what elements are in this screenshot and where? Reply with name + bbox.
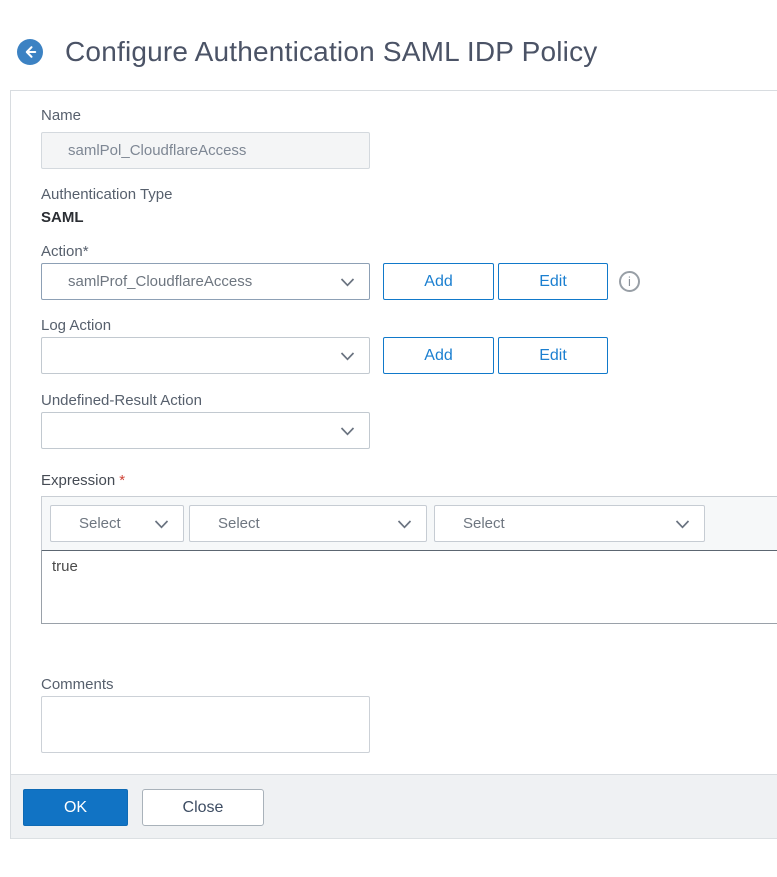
arrow-left-icon — [23, 45, 38, 59]
comments-label: Comments — [41, 676, 114, 693]
log-action-label: Log Action — [41, 317, 112, 334]
info-icon-glyph: i — [628, 274, 631, 289]
chevron-down-icon — [675, 520, 690, 529]
select-placeholder: Select — [463, 515, 505, 532]
expression-label: Expression * — [41, 471, 777, 490]
log-action-select[interactable] — [41, 337, 370, 374]
config-panel: Name Authentication Type SAML Action* sa… — [10, 90, 777, 839]
expression-label-text: Expression — [41, 472, 116, 489]
expression-operator-select-2[interactable]: Select — [189, 505, 427, 542]
undefined-result-action-select[interactable] — [41, 412, 370, 449]
back-button[interactable] — [17, 39, 43, 65]
log-action-row: Add Edit — [41, 337, 777, 374]
footer-bar: OK Close — [11, 774, 777, 839]
required-asterisk: * — [119, 472, 126, 489]
expression-textarea[interactable]: true — [41, 551, 777, 624]
name-input[interactable] — [41, 132, 370, 169]
ok-button[interactable]: OK — [23, 789, 128, 826]
log-action-edit-button[interactable]: Edit — [498, 337, 608, 374]
chevron-down-icon — [340, 352, 355, 361]
expression-operator-select-1[interactable]: Select — [50, 505, 184, 542]
log-action-add-button[interactable]: Add — [383, 337, 494, 374]
action-select-value: samlProf_CloudflareAccess — [68, 273, 253, 290]
chevron-down-icon — [397, 520, 412, 529]
action-row: samlProf_CloudflareAccess Add Edit i — [41, 263, 777, 300]
action-edit-button[interactable]: Edit — [498, 263, 608, 300]
undefined-result-action-row — [41, 412, 777, 449]
page-title: Configure Authentication SAML IDP Policy — [65, 36, 598, 67]
select-placeholder: Select — [218, 515, 260, 532]
action-add-button[interactable]: Add — [383, 263, 494, 300]
expression-toolbar: Select Select Select — [41, 496, 777, 551]
chevron-down-icon — [154, 520, 169, 529]
undefined-result-action-label: Undefined-Result Action — [41, 392, 202, 409]
select-placeholder: Select — [79, 515, 121, 532]
comments-textarea[interactable] — [41, 696, 370, 753]
chevron-down-icon — [340, 427, 355, 436]
action-select[interactable]: samlProf_CloudflareAccess — [41, 263, 370, 300]
expression-builder: Select Select Select true — [41, 496, 777, 624]
authentication-type-label: Authentication Type — [41, 186, 173, 203]
chevron-down-icon — [340, 278, 355, 287]
authentication-type-value: SAML — [41, 209, 84, 226]
action-label: Action* — [41, 243, 89, 260]
page-header: Configure Authentication SAML IDP Policy — [0, 0, 777, 73]
close-button[interactable]: Close — [142, 789, 264, 826]
info-icon[interactable]: i — [619, 271, 640, 292]
name-label: Name — [41, 107, 82, 124]
expression-operator-select-3[interactable]: Select — [434, 505, 705, 542]
